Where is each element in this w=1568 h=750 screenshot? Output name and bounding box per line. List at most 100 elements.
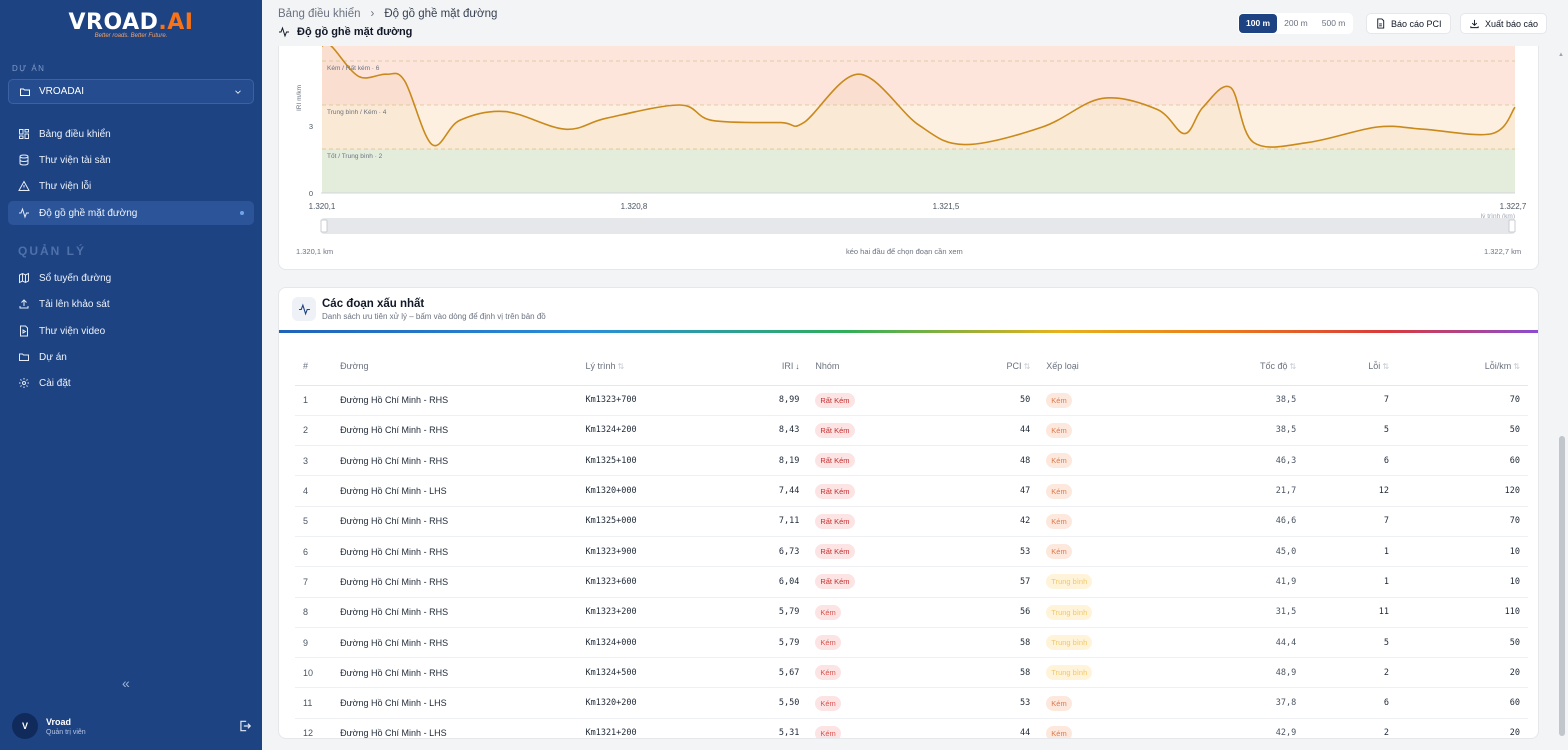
- group-badge: Kém: [815, 665, 841, 681]
- band-label-good: Tốt / Trung bình · 2: [327, 151, 383, 160]
- sidebar-item-label: Độ gồ ghề mặt đường: [39, 207, 138, 219]
- band-bad: [322, 46, 1515, 105]
- table-row[interactable]: 1 Đường Hồ Chí Minh - RHS Km1323+700 8,99 Rấ…: [295, 385, 1528, 416]
- sidebar-item-dashboard[interactable]: Bảng điều khiển: [8, 122, 254, 146]
- col-grade: Xếp loại: [1038, 348, 1224, 386]
- range-handle-left[interactable]: [320, 219, 328, 233]
- project-select[interactable]: VROADAI: [8, 79, 254, 104]
- table-row[interactable]: 7 Đường Hồ Chí Minh - RHS Km1323+600 6,04 Rấ…: [295, 566, 1528, 598]
- group-badge: Kém: [815, 725, 841, 738]
- col-defects-per-km[interactable]: Lỗi/km ⇅: [1397, 348, 1528, 386]
- cell-group: Kém: [807, 627, 952, 659]
- col-chainage[interactable]: Lý trình ⇅: [577, 348, 743, 386]
- iri-chart[interactable]: Kém / Rất kém · 6 Trung bình / Kém · 4 T…: [279, 46, 1540, 270]
- cell-pci: 50: [951, 385, 1039, 416]
- sidebar-item-upload-survey[interactable]: Tải lên khảo sát: [8, 292, 254, 316]
- cell-grade: Kém: [1038, 385, 1224, 416]
- logout-icon[interactable]: [238, 719, 252, 733]
- cell-index: 8: [295, 597, 333, 628]
- sidebar-item-label: Tải lên khảo sát: [39, 298, 110, 310]
- sidebar-item-roughness[interactable]: Độ gồ ghề mặt đường: [8, 201, 254, 225]
- cell-iri: 8,99: [742, 385, 808, 416]
- cell-road: Đường Hồ Chí Minh - RHS: [332, 597, 578, 628]
- user-name: Vroad: [46, 716, 72, 727]
- sidebar-item-settings[interactable]: Cài đặt: [8, 371, 254, 395]
- cell-index: 5: [295, 506, 333, 537]
- y-axis-label: IRI m/km: [296, 85, 303, 111]
- col-speed[interactable]: Tốc độ ⇅: [1223, 348, 1305, 386]
- grade-badge: Kém: [1046, 695, 1072, 711]
- cell-iri: 8,19: [742, 445, 808, 477]
- cell-speed: 38,5: [1223, 415, 1305, 447]
- table-row[interactable]: 5 Đường Hồ Chí Minh - RHS Km1325+000 7,11 Rấ…: [295, 506, 1528, 537]
- export-report-button[interactable]: Xuất báo cáo: [1460, 13, 1548, 34]
- band-label-mid: Trung bình / Kém · 4: [327, 109, 387, 116]
- grade-badge: Kém: [1046, 483, 1072, 499]
- sidebar-item-routes[interactable]: Sổ tuyến đường: [8, 266, 254, 290]
- x-tick-label: 1.321,5: [933, 202, 960, 211]
- grade-badge: Trung bình: [1046, 635, 1093, 651]
- cell-grade: Kém: [1038, 718, 1224, 738]
- cell-iri: 5,79: [742, 627, 808, 659]
- cell-grade: Kém: [1038, 687, 1224, 719]
- col-pci[interactable]: PCI ⇅: [951, 348, 1039, 386]
- database-icon: [19, 154, 29, 166]
- cell-pci: 57: [951, 566, 1039, 598]
- group-badge: Rất Kém: [815, 483, 855, 499]
- range-handle-right[interactable]: [1508, 219, 1516, 233]
- cell-road: Đường Hồ Chí Minh - RHS: [332, 506, 578, 537]
- cell-pci: 48: [951, 445, 1039, 477]
- segment-100m[interactable]: 100 m: [1239, 14, 1278, 33]
- cell-defects: 7: [1304, 385, 1398, 416]
- sidebar-item-assets[interactable]: Thư viện tài sản: [8, 148, 254, 172]
- table-row[interactable]: 8 Đường Hồ Chí Minh - RHS Km1323+200 5,79 Ké…: [295, 597, 1528, 628]
- cell-defects-per-km: 50: [1397, 627, 1528, 659]
- scroll-up-arrow[interactable]: ▲: [1558, 52, 1564, 58]
- iri-chart-card: Kém / Rất kém · 6 Trung bình / Kém · 4 T…: [278, 46, 1539, 270]
- pci-report-button[interactable]: Báo cáo PCI: [1366, 13, 1451, 34]
- chevron-down-icon: [235, 89, 241, 94]
- page-scrollbar[interactable]: [1559, 436, 1565, 736]
- group-badge: Rất Kém: [815, 453, 855, 469]
- cell-grade: Trung bình: [1038, 627, 1224, 659]
- sidebar-item-video-library[interactable]: Thư viện video: [8, 319, 254, 343]
- cell-road: Đường Hồ Chí Minh - RHS: [332, 657, 578, 689]
- cell-defects: 1: [1304, 536, 1398, 568]
- cell-index: 9: [295, 627, 333, 659]
- avatar[interactable]: V: [12, 713, 38, 739]
- sidebar-item-defects[interactable]: Thư viện lỗi: [8, 174, 254, 198]
- segment-500m[interactable]: 500 m: [1315, 14, 1353, 33]
- range-slider-track[interactable]: [321, 218, 1515, 234]
- cell-group: Rất Kém: [807, 445, 952, 477]
- table-row[interactable]: 12 Đường Hồ Chí Minh - LHS Km1321+200 5,31 K…: [295, 718, 1528, 738]
- table-row[interactable]: 9 Đường Hồ Chí Minh - RHS Km1324+000 5,79 Ké…: [295, 627, 1528, 659]
- sidebar-item-label: Thư viện tài sản: [39, 154, 111, 166]
- video-file-icon: [20, 325, 28, 337]
- brand-logo[interactable]: VROAD.AI Better roads. Better Future.: [0, 10, 262, 39]
- cell-defects-per-km: 70: [1397, 385, 1528, 416]
- sidebar-item-projects[interactable]: Dự án: [8, 345, 254, 369]
- col-defects[interactable]: Lỗi ⇅: [1304, 348, 1398, 386]
- table-row[interactable]: 6 Đường Hồ Chí Minh - RHS Km1323+900 6,73 Rấ…: [295, 536, 1528, 568]
- activity-icon: [298, 302, 310, 316]
- cell-pci: 47: [951, 475, 1039, 507]
- breadcrumb-root[interactable]: Bảng điều khiển: [278, 8, 360, 20]
- table-row[interactable]: 4 Đường Hồ Chí Minh - LHS Km1320+000 7,44 Rấ…: [295, 475, 1528, 507]
- segment-200m[interactable]: 200 m: [1277, 14, 1315, 33]
- cell-defects: 1: [1304, 566, 1398, 598]
- cell-defects: 6: [1304, 445, 1398, 477]
- table-row[interactable]: 11 Đường Hồ Chí Minh - LHS Km1320+200 5,50 K…: [295, 687, 1528, 719]
- x-tick-label: 1.322,7: [1500, 202, 1527, 211]
- cell-defects-per-km: 10: [1397, 536, 1528, 568]
- sidebar-item-label: Bảng điều khiển: [39, 128, 111, 140]
- sidebar-item-label: Cài đặt: [39, 377, 71, 389]
- collapse-sidebar-button[interactable]: «: [122, 675, 130, 691]
- table-row[interactable]: 3 Đường Hồ Chí Minh - RHS Km1325+100 8,19 Rấ…: [295, 445, 1528, 477]
- table-row[interactable]: 2 Đường Hồ Chí Minh - RHS Km1324+200 8,43 Rấ…: [295, 415, 1528, 447]
- cell-pci: 56: [951, 597, 1039, 628]
- folder-icon: [20, 88, 30, 96]
- col-iri[interactable]: IRI ↓: [742, 348, 808, 386]
- worst-sections-table: # Đường Lý trình ⇅ IRI ↓ Nhóm PCI ⇅ Xếp loạ…: [295, 348, 1528, 738]
- sidebar-item-label: Thư viện video: [39, 325, 106, 337]
- table-row[interactable]: 10 Đường Hồ Chí Minh - RHS Km1324+500 5,67 K…: [295, 657, 1528, 689]
